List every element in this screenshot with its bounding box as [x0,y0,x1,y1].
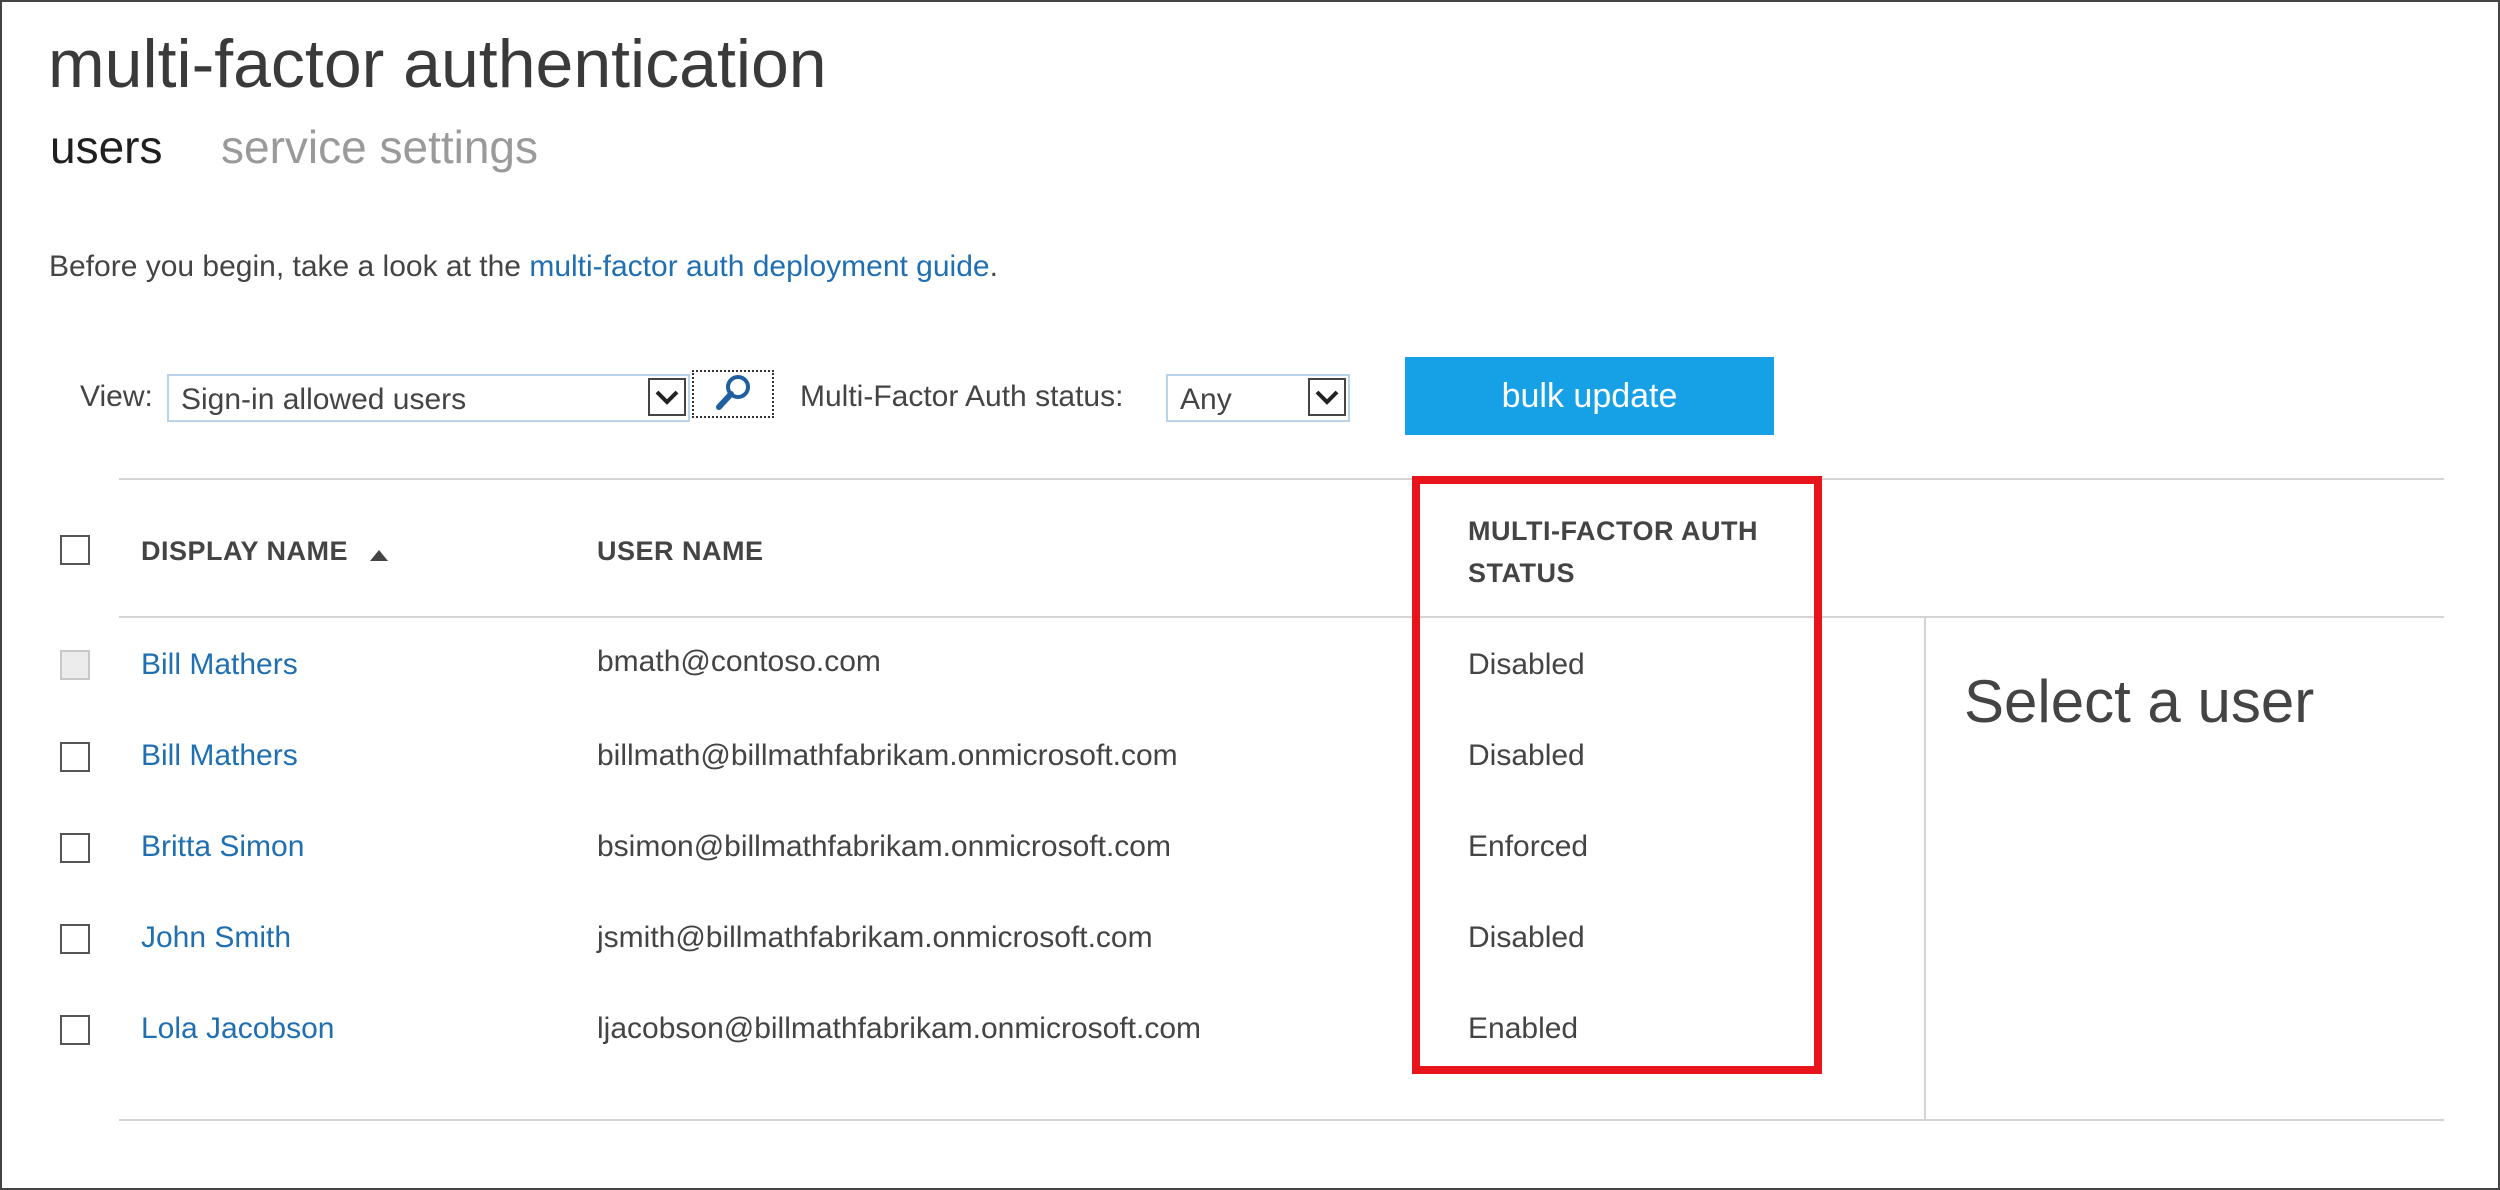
view-dropdown-value: Sign-in allowed users [181,383,467,416]
user-name-cell: bmath@contoso.com [597,645,881,678]
user-name-cell: ljacobson@billmathfabrikam.onmicrosoft.c… [597,1012,1202,1045]
intro-suffix: . [989,250,998,283]
mfa-status-dropdown[interactable]: Any [1166,374,1350,422]
user-name-cell: billmath@billmathfabrikam.onmicrosoft.co… [597,739,1178,772]
row-checkbox[interactable] [60,924,90,954]
user-display-name-link[interactable]: John Smith [141,921,291,955]
search-button[interactable] [692,370,774,418]
mfa-status-dropdown-value: Any [1180,383,1232,416]
detail-pane-divider [1924,618,1926,1119]
row-checkbox [60,650,90,680]
row-checkbox[interactable] [60,1015,90,1045]
row-checkbox[interactable] [60,833,90,863]
bulk-update-button[interactable]: bulk update [1405,357,1774,435]
column-header-display-name-label: DISPLAY NAME [141,536,349,566]
detail-pane-placeholder: Select a user [1964,668,2315,735]
tab-users[interactable]: users [50,120,162,175]
view-label: View: [80,380,153,413]
mfa-status-cell: Disabled [1468,921,1585,954]
page-title: multi-factor authentication [48,26,827,102]
mfa-status-label: Multi-Factor Auth status: [800,380,1124,413]
tab-service-settings[interactable]: service settings [221,120,538,175]
search-icon [711,372,755,417]
user-name-cell: jsmith@billmathfabrikam.onmicrosoft.com [597,921,1153,954]
table-top-divider [119,478,2444,480]
deployment-guide-link[interactable]: multi-factor auth deployment guide [529,250,989,283]
user-display-name-link[interactable]: Britta Simon [141,830,304,864]
intro-prefix: Before you begin, take a look at the [49,250,530,283]
table-bottom-divider [119,1119,2444,1121]
mfa-status-cell: Disabled [1468,739,1585,772]
chevron-down-icon[interactable] [648,378,686,416]
column-header-display-name[interactable]: DISPLAY NAME [141,536,389,568]
user-name-cell: bsimon@billmathfabrikam.onmicrosoft.com [597,830,1171,863]
table-header-divider [119,616,2444,618]
column-header-user-name[interactable]: USER NAME [597,536,764,567]
row-checkbox[interactable] [60,742,90,772]
column-header-mfa-status[interactable]: MULTI-FACTOR AUTH STATUS [1468,510,1798,594]
user-display-name-link[interactable]: Lola Jacobson [141,1012,334,1046]
user-display-name-link[interactable]: Bill Mathers [141,739,298,773]
select-all-checkbox[interactable] [60,535,90,565]
intro-text: Before you begin, take a look at the mul… [49,250,998,284]
user-display-name-link[interactable]: Bill Mathers [141,648,298,682]
view-dropdown[interactable]: Sign-in allowed users [167,374,690,422]
chevron-down-icon[interactable] [1308,378,1346,416]
mfa-status-cell: Disabled [1468,648,1585,681]
sort-ascending-icon [370,537,389,568]
mfa-status-cell: Enforced [1468,830,1589,863]
mfa-status-cell: Enabled [1468,1012,1579,1045]
